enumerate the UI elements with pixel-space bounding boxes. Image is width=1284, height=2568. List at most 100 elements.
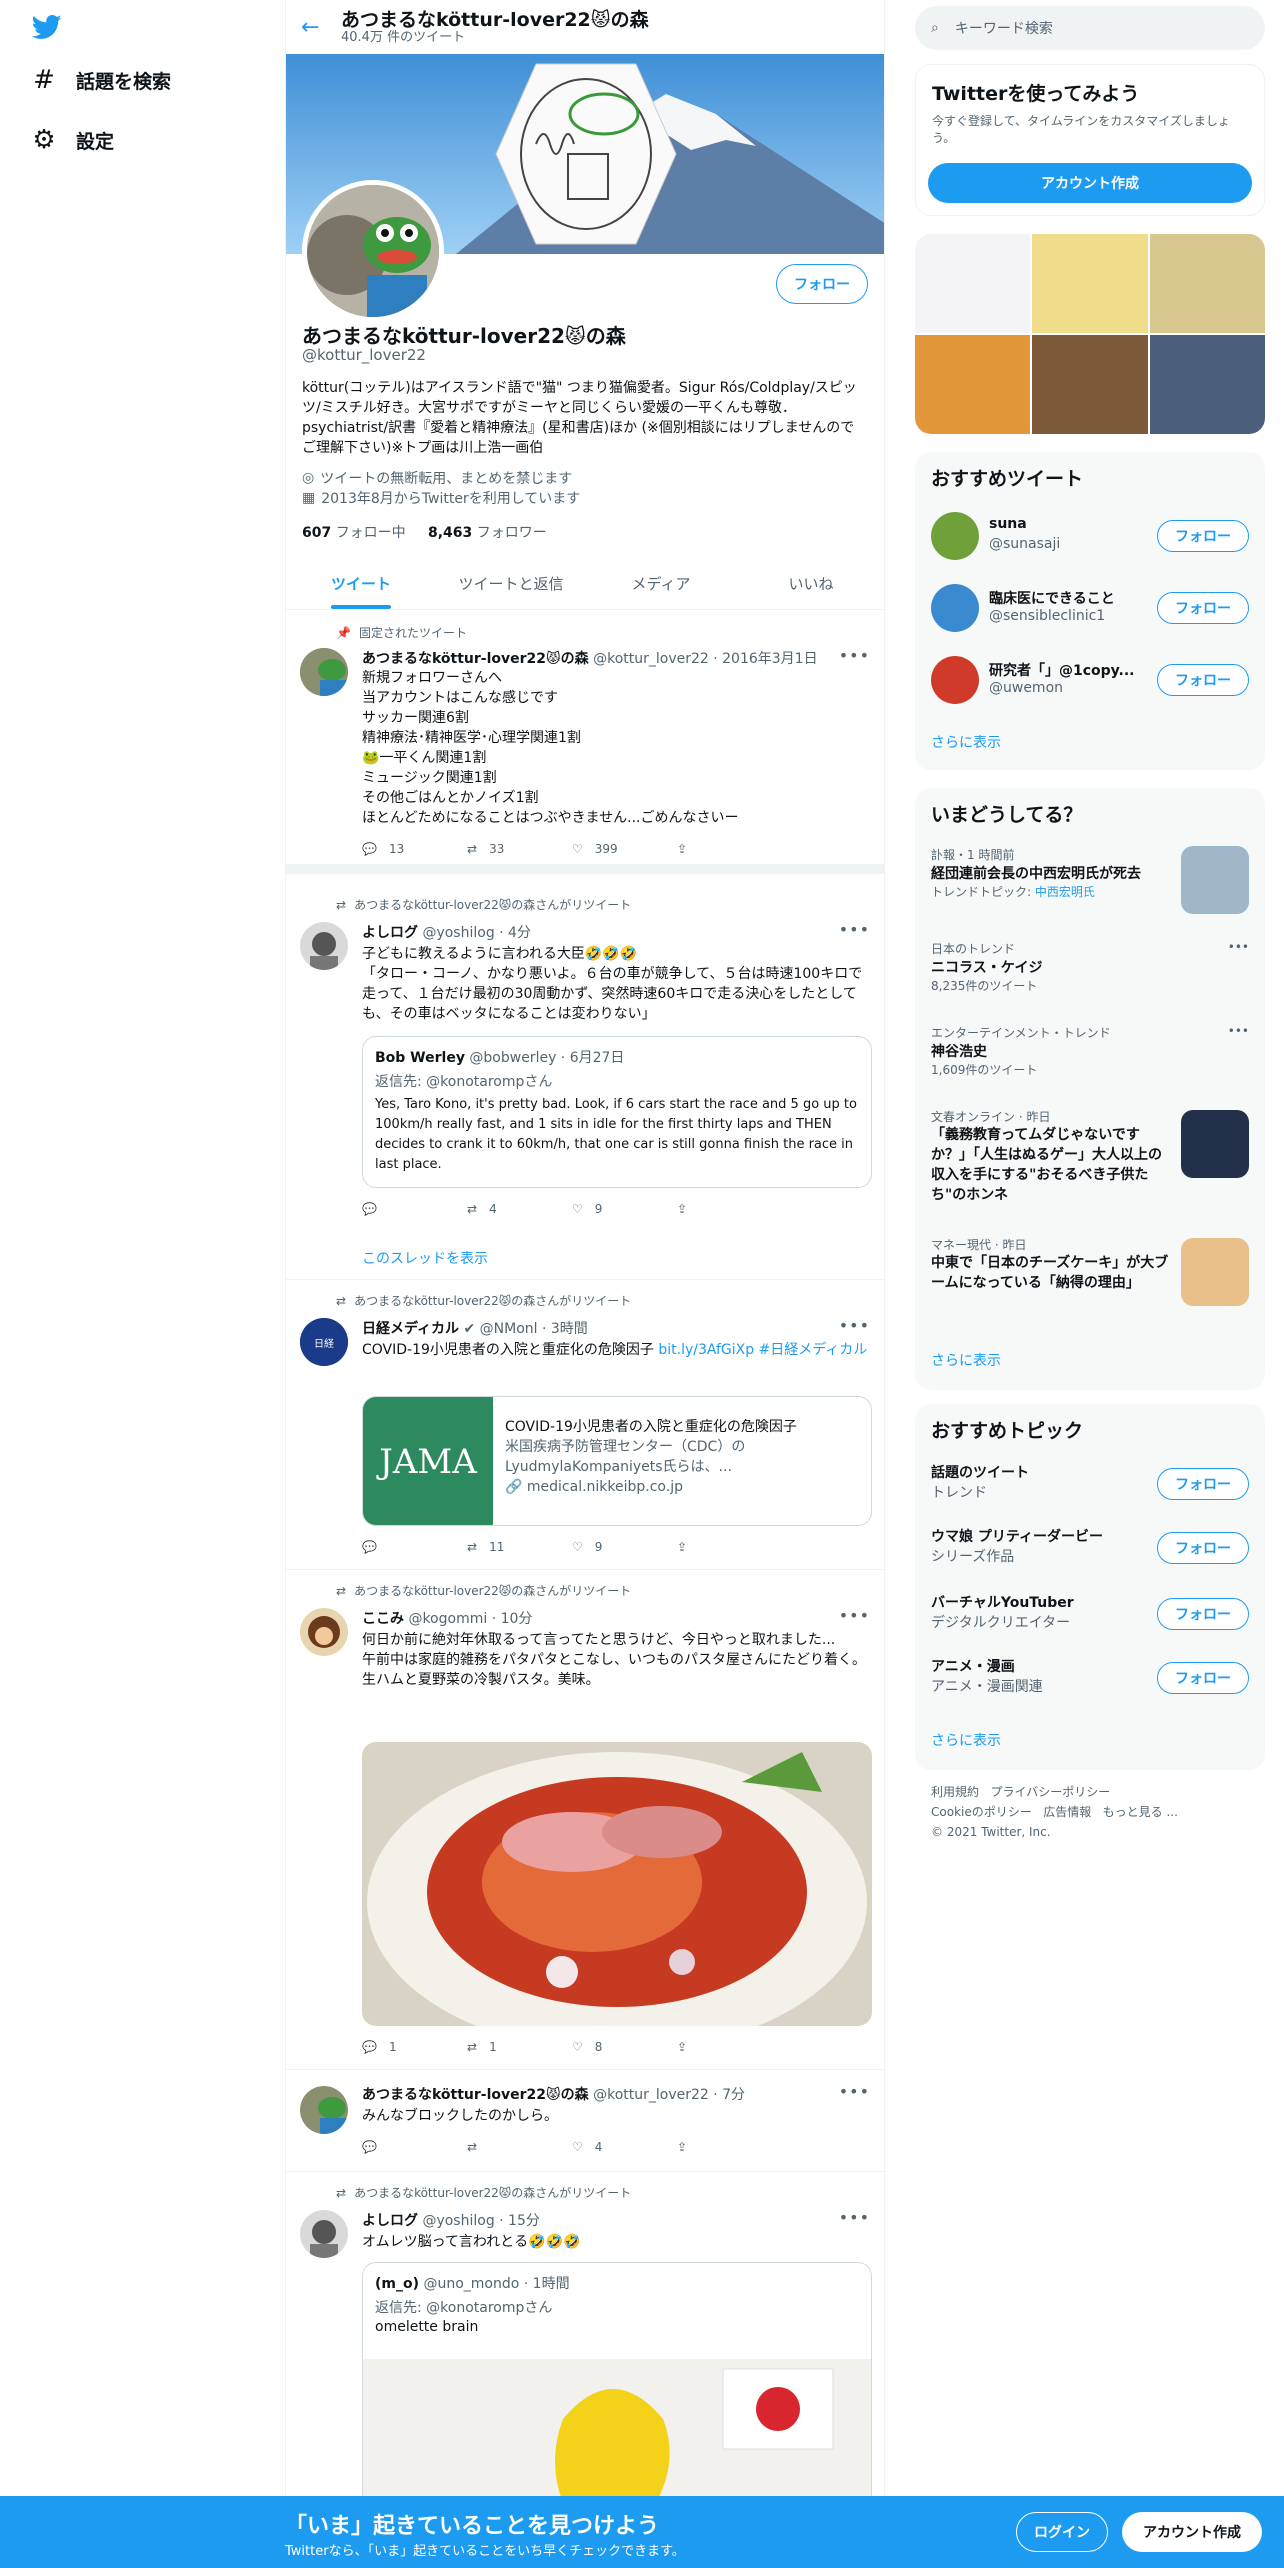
trend-item[interactable]: エンターテインメント・トレンド 神谷浩史 1,609件のツイート ••• xyxy=(931,1024,1249,1080)
media-thumb[interactable] xyxy=(915,234,1031,333)
tweet[interactable]: ⇄ あつまるなköttur-lover22😾の森さんがリツイート 日経 日経メデ… xyxy=(286,1280,884,1570)
retweet-button[interactable]: ⇄ 11 xyxy=(467,1540,572,1554)
trend-item[interactable]: 日本のトレンド ニコラス・ケイジ 8,235件のツイート ••• xyxy=(931,940,1249,996)
show-more-link[interactable]: さらに表示 xyxy=(931,1350,1001,1370)
recommended-user[interactable]: 臨床医にできること @sensibleclinic1 フォロー xyxy=(931,580,1249,632)
tweet[interactable]: ⇄ あつまるなköttur-lover22😾の森さんがリツイート ここみ @ko… xyxy=(286,1570,884,2070)
follow-button[interactable]: フォロー xyxy=(1157,1662,1249,1694)
followers-link[interactable]: 8,463 フォロワー xyxy=(428,525,547,541)
tweet-author-name[interactable]: ここみ xyxy=(362,1611,404,1627)
more-icon[interactable]: ••• xyxy=(839,2208,870,2227)
footer-terms[interactable]: 利用規約 xyxy=(931,1785,979,1799)
avatar[interactable] xyxy=(300,922,348,970)
tweet[interactable]: あつまるなköttur-lover22😾の森 @kottur_lover22 ·… xyxy=(286,2070,884,2172)
quote-photo[interactable] xyxy=(363,2359,872,2500)
footer-ads[interactable]: 広告情報 xyxy=(1043,1805,1091,1819)
show-more-link[interactable]: さらに表示 xyxy=(931,1730,1001,1750)
like-button[interactable]: ♡ 9 xyxy=(572,1540,677,1554)
tab-tweets[interactable]: ツイート xyxy=(286,558,436,609)
share-button[interactable]: ⇪ xyxy=(677,1202,782,1216)
retweet-button[interactable]: ⇄ 33 xyxy=(467,842,572,856)
avatar[interactable] xyxy=(300,1608,348,1656)
quoted-tweet[interactable]: (m_o) @uno_mondo · 1時間 返信先: @konotarompさ… xyxy=(362,2262,872,2500)
reply-button[interactable]: 💬 xyxy=(362,1540,467,1554)
follow-button[interactable]: フォロー xyxy=(1157,1532,1249,1564)
avatar[interactable] xyxy=(300,2086,348,2134)
follow-button[interactable]: フォロー xyxy=(1157,1468,1249,1500)
topic-item[interactable]: ウマ娘 プリティーダービー シリーズ作品 フォロー xyxy=(931,1526,1249,1574)
recommended-user[interactable]: suna @sunasaji フォロー xyxy=(931,508,1249,560)
follow-button[interactable]: フォロー xyxy=(776,264,868,304)
trend-item[interactable]: 訃報・1 時間前 経団連前会長の中西宏明氏が死去 トレンドトピック: 中西宏明氏 xyxy=(931,846,1249,926)
more-icon[interactable]: ••• xyxy=(839,1606,870,1625)
more-icon[interactable]: ••• xyxy=(1228,1024,1249,1038)
tab-likes[interactable]: いいね xyxy=(736,558,884,609)
tweet-author-name[interactable]: あつまるなköttur-lover22😾の森 xyxy=(362,2087,589,2103)
footer-privacy[interactable]: プライバシーポリシー xyxy=(990,1785,1110,1799)
nav-settings[interactable]: ⚙ 設定 xyxy=(30,126,114,154)
avatar[interactable]: 日経 xyxy=(300,1318,348,1366)
more-icon[interactable]: ••• xyxy=(839,2082,870,2101)
login-button[interactable]: ログイン xyxy=(1016,2512,1108,2552)
more-icon[interactable]: ••• xyxy=(839,920,870,939)
retweet-button[interactable]: ⇄ 1 xyxy=(467,2040,572,2054)
share-button[interactable]: ⇪ xyxy=(677,1540,782,1554)
profile-avatar[interactable] xyxy=(302,180,444,322)
topic-item[interactable]: アニメ・漫画 アニメ・漫画関連 フォロー xyxy=(931,1656,1249,1704)
tweet-photo[interactable] xyxy=(362,1742,872,2026)
trend-item[interactable]: 文春オンライン · 昨日 「義務教育ってムダじゃないですか？」「人生はぬるゲー」… xyxy=(931,1108,1249,1208)
more-icon[interactable]: ••• xyxy=(839,646,870,665)
more-icon[interactable]: ••• xyxy=(839,1316,870,1335)
like-button[interactable]: ♡ 4 xyxy=(572,2140,677,2154)
media-thumb[interactable] xyxy=(1149,234,1265,333)
like-button[interactable]: ♡ 9 xyxy=(572,1202,677,1216)
share-button[interactable]: ⇪ xyxy=(677,2040,782,2054)
reply-button[interactable]: 💬 13 xyxy=(362,842,467,856)
search-box[interactable]: ⌕ キーワード検索 xyxy=(915,6,1265,50)
share-button[interactable]: ⇪ xyxy=(677,2140,782,2154)
media-thumb[interactable] xyxy=(1032,234,1148,333)
tweet-author-name[interactable]: よしログ xyxy=(362,2213,418,2229)
recommended-user[interactable]: 研究者「」@1copy... @uwemon フォロー xyxy=(931,652,1249,704)
footer-more[interactable]: もっと見る ... xyxy=(1103,1805,1178,1819)
avatar[interactable] xyxy=(300,648,348,696)
tweet-link[interactable]: bit.ly/3AfGiXp #日経メディカル xyxy=(658,1342,867,1358)
topic-item[interactable]: バーチャルYouTuber デジタルクリエイター フォロー xyxy=(931,1592,1249,1640)
signup-button[interactable]: アカウント作成 xyxy=(1122,2512,1262,2552)
media-thumb[interactable] xyxy=(915,335,1031,434)
reply-button[interactable]: 💬 xyxy=(362,2140,467,2154)
retweet-button[interactable]: ⇄ xyxy=(467,2140,572,2154)
create-account-button[interactable]: アカウント作成 xyxy=(928,163,1252,203)
share-button[interactable]: ⇪ xyxy=(677,842,782,856)
quoted-tweet[interactable]: Bob Werley @bobwerley · 6月27日 返信先: @kono… xyxy=(362,1036,872,1188)
reply-button[interactable]: 💬 xyxy=(362,1202,467,1216)
like-button[interactable]: ♡ 8 xyxy=(572,2040,677,2054)
follow-button[interactable]: フォロー xyxy=(1157,1598,1249,1630)
like-button[interactable]: ♡ 399 xyxy=(572,842,677,856)
show-thread-link[interactable]: このスレッドを表示 xyxy=(362,1248,488,1268)
tab-media[interactable]: メディア xyxy=(586,558,736,609)
footer-cookie[interactable]: Cookieのポリシー xyxy=(931,1805,1032,1819)
search-input[interactable]: キーワード検索 xyxy=(955,18,1053,38)
show-more-link[interactable]: さらに表示 xyxy=(931,732,1001,752)
media-thumb[interactable] xyxy=(1032,335,1148,434)
link-card[interactable]: JAMA COVID-19小児患者の入院と重症化の危険因子 米国疾病予防管理セン… xyxy=(362,1396,872,1526)
trend-sub-link[interactable]: 中西宏明氏 xyxy=(1035,885,1095,899)
tweet-pinned[interactable]: 📌 固定されたツイート あつまるなköttur-lover22😾の森 @kott… xyxy=(286,610,884,874)
follow-button[interactable]: フォロー xyxy=(1157,664,1249,696)
trend-item[interactable]: マネー現代 · 昨日 中東で「日本のチーズケーキ」が大ブームになっている「納得の… xyxy=(931,1236,1249,1316)
tweet-author-name[interactable]: あつまるなköttur-lover22😾の森 xyxy=(362,651,589,667)
topic-item[interactable]: 話題のツイート トレンド フォロー xyxy=(931,1462,1249,1510)
tweet[interactable]: ⇄ あつまるなköttur-lover22😾の森さんがリツイート よしログ @y… xyxy=(286,884,884,1280)
twitter-logo-icon[interactable] xyxy=(30,12,64,42)
retweet-button[interactable]: ⇄ 4 xyxy=(467,1202,572,1216)
reply-button[interactable]: 💬 1 xyxy=(362,2040,467,2054)
tweet[interactable]: ⇄ あつまるなköttur-lover22😾の森さんがリツイート よしログ @y… xyxy=(286,2172,884,2500)
tweet-author-name[interactable]: 日経メディカル xyxy=(362,1321,459,1337)
follow-button[interactable]: フォロー xyxy=(1157,520,1249,552)
more-icon[interactable]: ••• xyxy=(1228,940,1249,954)
media-thumb[interactable] xyxy=(1149,335,1265,434)
tab-tweets-replies[interactable]: ツイートと返信 xyxy=(436,558,586,609)
avatar[interactable] xyxy=(300,2210,348,2258)
tweet-author-name[interactable]: よしログ xyxy=(362,925,418,941)
